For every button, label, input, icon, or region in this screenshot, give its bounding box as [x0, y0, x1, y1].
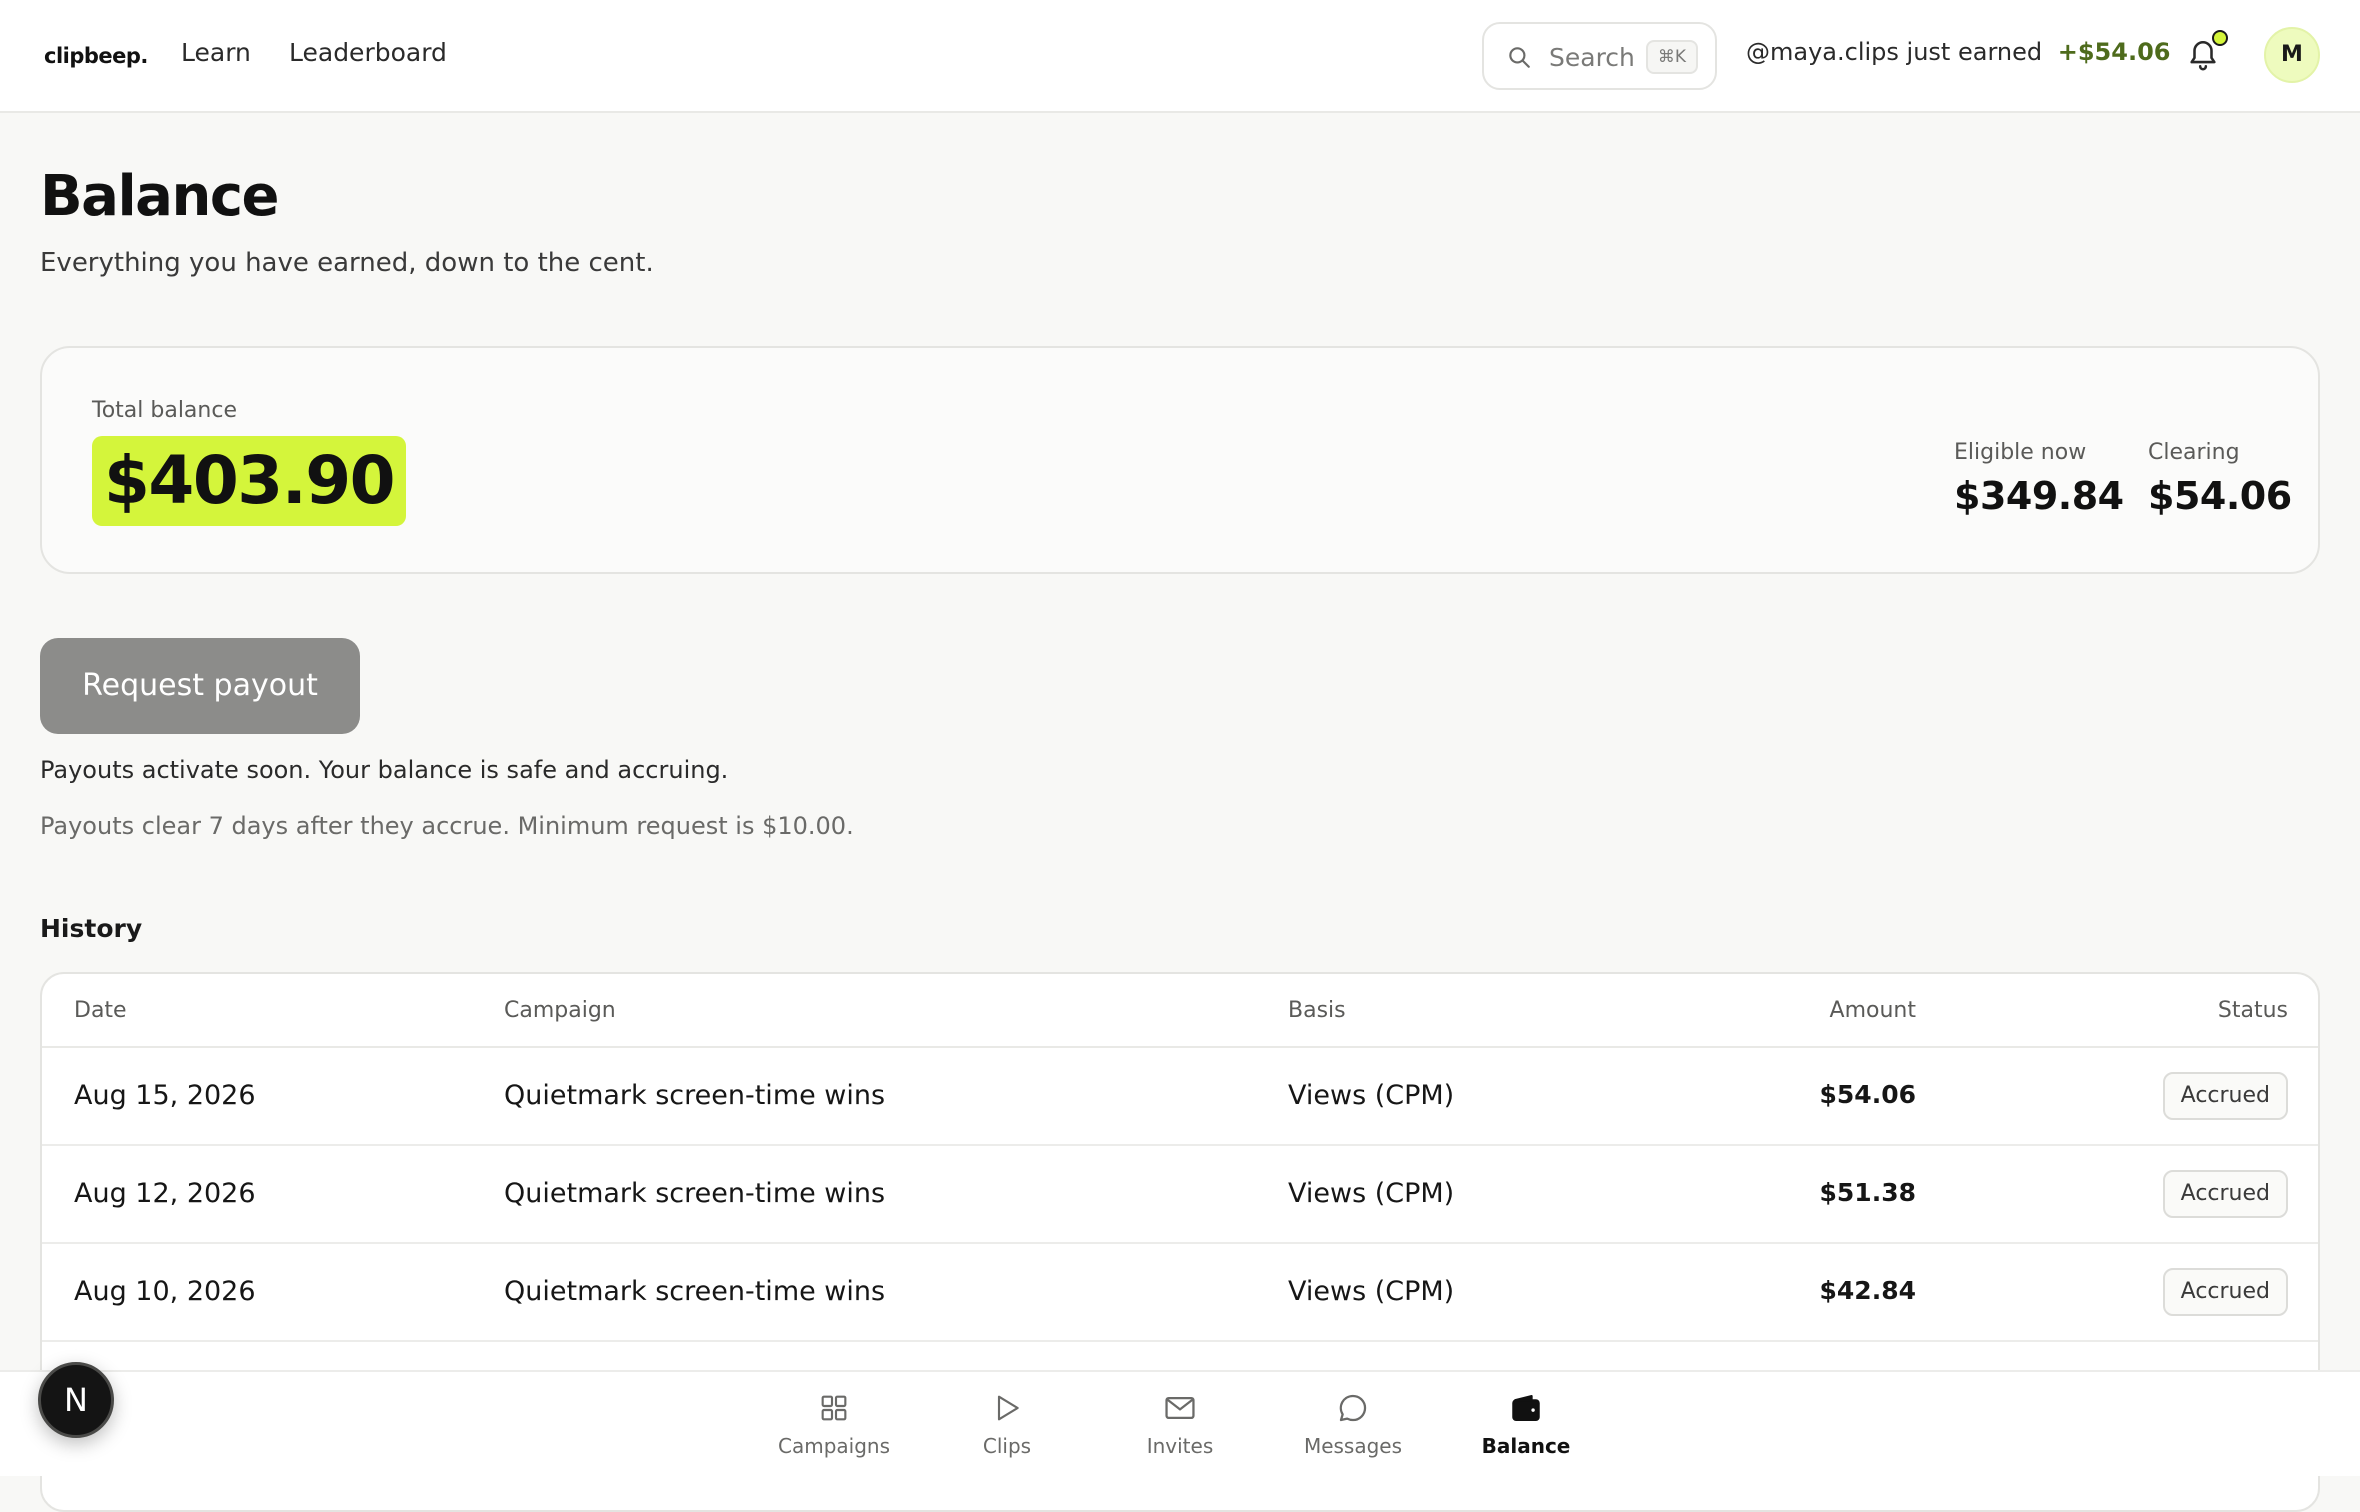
table-header: Date Campaign Basis Amount Status [42, 974, 2318, 1048]
page-subtitle: Everything you have earned, down to the … [40, 248, 654, 278]
table-row[interactable]: Aug 10, 2026 Quietmark screen-time wins … [42, 1244, 2318, 1342]
row-basis: Views (CPM) [1288, 1178, 1455, 1209]
row-date: Aug 12, 2026 [74, 1178, 256, 1209]
mail-icon [1165, 1396, 1195, 1420]
status-badge: Accrued [2162, 1268, 2288, 1316]
clearing-label: Clearing [2148, 440, 2240, 465]
tab-label: Balance [1481, 1434, 1571, 1458]
row-campaign: Quietmark screen-time wins [504, 1276, 886, 1307]
tab-label: Clips [982, 1434, 1032, 1458]
column-amount: Amount [1829, 998, 1916, 1023]
eligible-label: Eligible now [1954, 440, 2087, 465]
tab-campaigns[interactable]: Campaigns [759, 1390, 909, 1458]
total-balance-label: Total balance [92, 398, 237, 423]
status-badge: Accrued [2162, 1072, 2288, 1120]
row-basis: Views (CPM) [1288, 1276, 1455, 1307]
row-basis: Views (CPM) [1288, 1080, 1455, 1111]
row-campaign: Quietmark screen-time wins [504, 1080, 886, 1111]
column-basis: Basis [1288, 998, 1346, 1023]
search-icon [1509, 47, 1530, 68]
tab-label: Campaigns [777, 1434, 890, 1458]
column-date: Date [74, 998, 127, 1023]
bottom-nav: Campaigns Clips Invites Messages Balance [0, 1370, 2360, 1476]
column-status: Status [2217, 998, 2288, 1023]
logo[interactable]: clipbeep. [44, 44, 148, 68]
row-date: Aug 10, 2026 [74, 1276, 256, 1307]
ticker-amount: +$54.06 [2057, 38, 2171, 66]
eligible-amount: $349.84 [1954, 474, 2124, 518]
row-campaign: Quietmark screen-time wins [504, 1178, 886, 1209]
search-shortcut: ⌘K [1646, 40, 1698, 74]
tab-balance[interactable]: Balance [1451, 1390, 1601, 1458]
row-date: Aug 15, 2026 [74, 1080, 256, 1111]
column-campaign: Campaign [504, 998, 616, 1023]
history-title: History [40, 914, 143, 943]
table-row[interactable]: Aug 12, 2026 Quietmark screen-time wins … [42, 1146, 2318, 1244]
payout-terms-note: Payouts clear 7 days after they accrue. … [40, 812, 854, 840]
avatar[interactable]: M [2264, 27, 2320, 83]
page-title: Balance [40, 164, 280, 229]
earnings-ticker: @maya.clips just earned +$54.06 [1746, 38, 2170, 66]
row-amount: $42.84 [1819, 1276, 1916, 1305]
request-payout-button[interactable]: Request payout [40, 638, 360, 734]
tab-messages[interactable]: Messages [1278, 1390, 1428, 1458]
clearing-amount: $54.06 [2148, 474, 2292, 518]
table-row[interactable]: Aug 15, 2026 Quietmark screen-time wins … [42, 1048, 2318, 1146]
tab-label: Messages [1303, 1434, 1403, 1458]
status-badge: Accrued [2162, 1170, 2288, 1218]
chat-bubble-icon [1339, 1394, 1367, 1422]
tab-invites[interactable]: Invites [1105, 1390, 1255, 1458]
balance-card: Total balance $403.90 Eligible now $349.… [40, 346, 2320, 574]
ticker-text: just earned [1906, 38, 2043, 66]
grid-icon [821, 1395, 847, 1421]
search-box[interactable]: Search ⌘K [1482, 22, 1717, 90]
row-amount: $51.38 [1819, 1178, 1916, 1207]
ticker-user: @maya.clips [1746, 38, 1899, 66]
notification-dot [2212, 30, 2228, 46]
search-label: Search [1549, 43, 1635, 72]
payout-status-note: Payouts activate soon. Your balance is s… [40, 756, 729, 784]
dev-tools-badge[interactable]: N [38, 1362, 114, 1438]
tab-label: Invites [1146, 1434, 1214, 1458]
top-bar: clipbeep. Learn Leaderboard Search ⌘K @m… [0, 0, 2360, 113]
nav-leaderboard[interactable]: Leaderboard [289, 38, 447, 67]
total-balance-amount: $403.90 [92, 436, 407, 526]
play-icon [997, 1395, 1019, 1421]
row-amount: $54.06 [1819, 1080, 1916, 1109]
nav-learn[interactable]: Learn [181, 38, 251, 67]
wallet-icon [1512, 1394, 1540, 1422]
tab-clips[interactable]: Clips [932, 1390, 1082, 1458]
